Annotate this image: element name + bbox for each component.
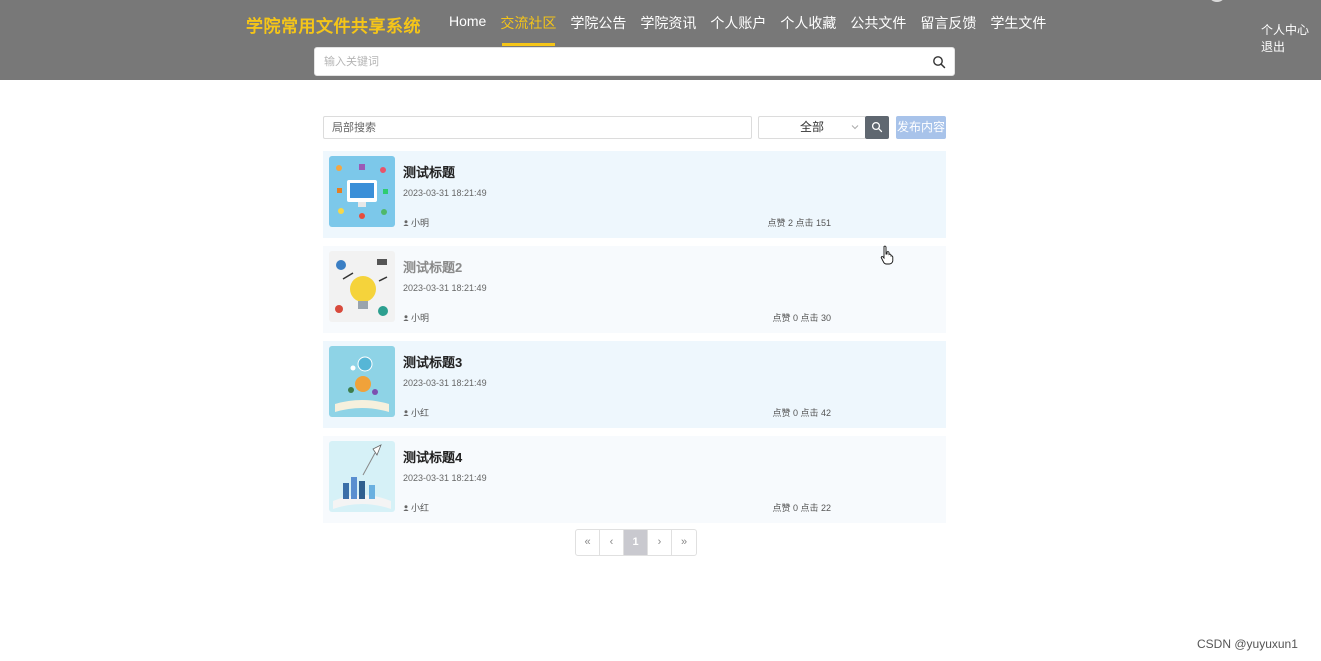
- nav-item-favorites[interactable]: 个人收藏: [773, 0, 843, 46]
- hand-cursor-icon: [880, 245, 894, 265]
- post-author-name: 小红: [411, 503, 430, 513]
- local-search-input[interactable]: [324, 117, 751, 138]
- post-thumbnail[interactable]: [329, 156, 395, 227]
- nav-item-student-files[interactable]: 学生文件: [983, 0, 1053, 46]
- post-stats: 点赞 0 点击 22: [772, 503, 831, 513]
- user-icon: [403, 504, 409, 511]
- post-time: 2023-03-31 18:21:49: [403, 378, 487, 388]
- active-nav-indicator: [502, 43, 555, 46]
- pagination: « ‹ 1 › »: [575, 529, 697, 556]
- nav-item-announcements[interactable]: 学院公告: [563, 0, 633, 46]
- watermark: CSDN @yuyuxun1: [1197, 637, 1298, 651]
- category-select[interactable]: 全部: [758, 116, 866, 139]
- avatar[interactable]: [1208, 0, 1226, 2]
- logout-link[interactable]: 退出: [1261, 39, 1309, 56]
- list-item[interactable]: 测试标题4 2023-03-31 18:21:49 小红 点赞 0 点击 22: [323, 436, 946, 523]
- page-last-button[interactable]: »: [672, 530, 696, 555]
- category-select-value: 全部: [799, 120, 824, 134]
- list-item[interactable]: 测试标题 2023-03-31 18:21:49 小明 点赞 2 点击 151: [323, 151, 946, 238]
- post-title[interactable]: 测试标题4: [403, 447, 462, 466]
- top-header: 学院常用文件共享系统 Home 交流社区 学院公告 学院资讯 个人账户 个人收藏…: [0, 0, 1321, 80]
- post-thumbnail[interactable]: [329, 346, 395, 417]
- post-author: 小明: [403, 216, 429, 229]
- post-title[interactable]: 测试标题2: [403, 257, 462, 276]
- global-search-input[interactable]: [315, 48, 954, 75]
- page-current-button[interactable]: 1: [624, 530, 648, 555]
- page-next-button[interactable]: ›: [648, 530, 672, 555]
- user-icon: [403, 219, 409, 226]
- filter-search-button[interactable]: [865, 116, 889, 139]
- nav-item-community[interactable]: 交流社区: [493, 0, 563, 46]
- main-nav: Home 交流社区 学院公告 学院资讯 个人账户 个人收藏 公共文件 留言反馈 …: [442, 0, 1053, 46]
- nav-item-public-files[interactable]: 公共文件: [843, 0, 913, 46]
- post-thumbnail[interactable]: [329, 441, 395, 512]
- post-author-name: 小明: [411, 313, 430, 323]
- publish-button[interactable]: 发布内容: [896, 116, 946, 139]
- nav-item-feedback[interactable]: 留言反馈: [913, 0, 983, 46]
- post-stats: 点赞 2 点击 151: [767, 218, 831, 228]
- post-time: 2023-03-31 18:21:49: [403, 283, 487, 293]
- post-author: 小红: [403, 406, 429, 419]
- search-icon[interactable]: [932, 55, 946, 69]
- user-icon: [403, 409, 409, 416]
- user-center-link[interactable]: 个人中心: [1261, 22, 1309, 39]
- post-author: 小红: [403, 501, 429, 514]
- post-author-name: 小明: [411, 218, 430, 228]
- page-first-button[interactable]: «: [576, 530, 600, 555]
- global-search: [314, 47, 955, 76]
- site-brand[interactable]: 学院常用文件共享系统: [246, 12, 421, 37]
- nav-item-account[interactable]: 个人账户: [703, 0, 773, 46]
- post-author-name: 小红: [411, 408, 430, 418]
- post-author: 小明: [403, 311, 429, 324]
- post-thumbnail[interactable]: [329, 251, 395, 322]
- post-time: 2023-03-31 18:21:49: [403, 188, 487, 198]
- nav-item-news[interactable]: 学院资讯: [633, 0, 703, 46]
- user-menu: 个人中心 退出: [1261, 22, 1309, 56]
- post-stats: 点赞 0 点击 42: [772, 408, 831, 418]
- list-item[interactable]: 测试标题3 2023-03-31 18:21:49 小红 点赞 0 点击 42: [323, 341, 946, 428]
- chevron-down-icon: [851, 125, 859, 130]
- post-stats: 点赞 0 点击 30: [772, 313, 831, 323]
- post-title[interactable]: 测试标题3: [403, 352, 462, 371]
- page-prev-button[interactable]: ‹: [600, 530, 624, 555]
- user-icon: [403, 314, 409, 321]
- post-title[interactable]: 测试标题: [403, 162, 455, 181]
- search-icon: [871, 121, 883, 133]
- list-item[interactable]: 测试标题2 2023-03-31 18:21:49 小明 点赞 0 点击 30: [323, 246, 946, 333]
- post-time: 2023-03-31 18:21:49: [403, 473, 487, 483]
- local-search: [323, 116, 752, 139]
- post-list: 测试标题 2023-03-31 18:21:49 小明 点赞 2 点击 151 …: [323, 151, 946, 531]
- nav-item-home[interactable]: Home: [442, 0, 493, 46]
